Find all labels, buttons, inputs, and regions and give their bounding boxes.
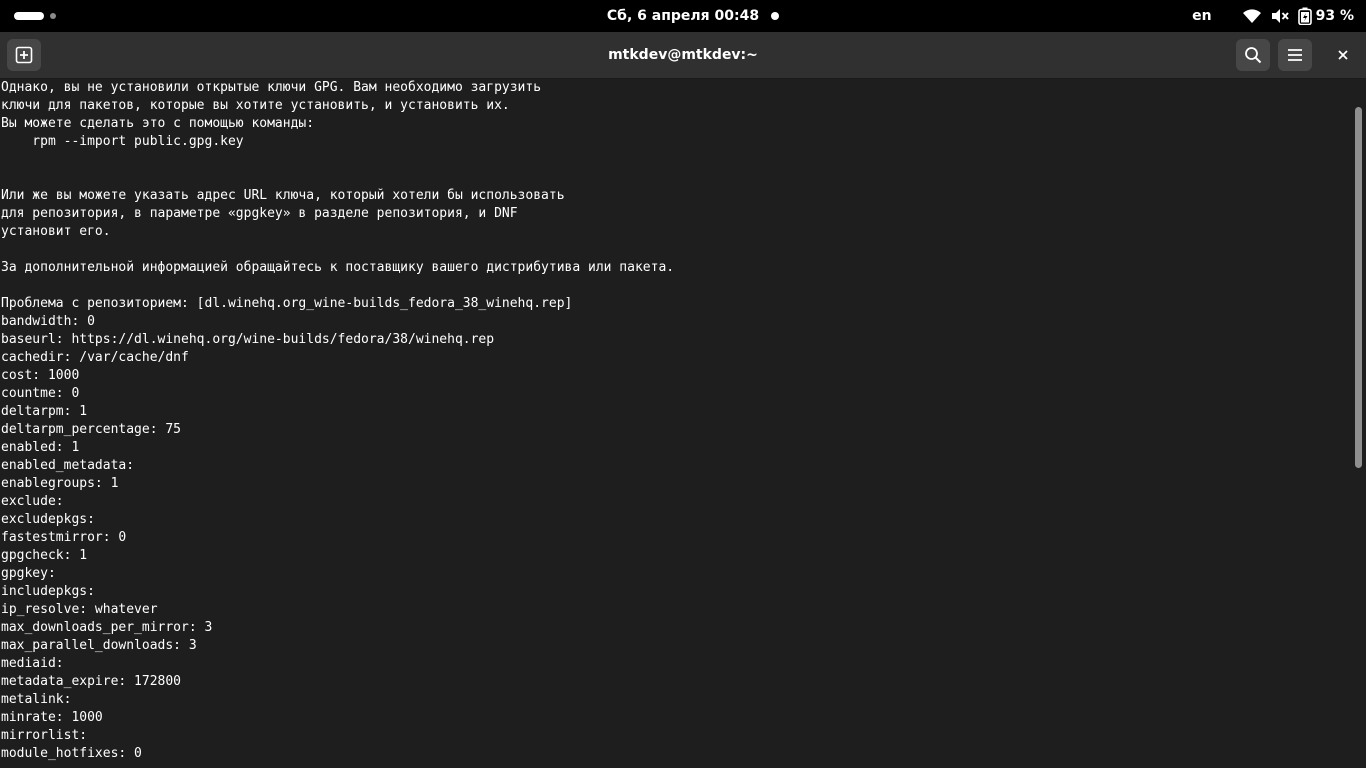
terminal-line: gpgkey:: [1, 566, 56, 581]
terminal-line: deltarpm_percentage: 75: [1, 422, 182, 437]
terminal-line: max_downloads_per_mirror: 3: [1, 620, 213, 635]
terminal-line: rpm --import public.gpg.key: [1, 134, 244, 149]
new-tab-button[interactable]: [7, 39, 41, 71]
battery-charging-icon[interactable]: [1297, 7, 1312, 25]
terminal-line: mirrorlist:: [1, 728, 88, 743]
terminal-scrollbar[interactable]: [1350, 79, 1366, 768]
terminal-line: установит его.: [1, 224, 111, 239]
terminal-line: cachedir: /var/cache/dnf: [1, 350, 189, 365]
terminal-line: metalink:: [1, 692, 72, 707]
terminal-line: ключи для пакетов, которые вы хотите уст…: [1, 98, 510, 113]
terminal-line: bandwidth: 0: [1, 314, 95, 329]
clock[interactable]: Сб, 6 апреля 00:48: [607, 8, 759, 24]
main-menu-button[interactable]: [1278, 39, 1312, 71]
terminal-line: fastestmirror: 0: [1, 530, 127, 545]
terminal-line: enablegroups: 1: [1, 476, 119, 491]
terminal-line: exclude:: [1, 494, 64, 509]
workspace-indicator[interactable]: [50, 13, 56, 19]
terminal-line: gpgcheck: 1: [1, 548, 88, 563]
terminal-line: countme: 0: [1, 386, 80, 401]
terminal-line: metadata_expire: 172800: [1, 674, 182, 689]
clock-area: Сб, 6 апреля 00:48: [0, 0, 1366, 32]
close-icon: [1338, 50, 1348, 60]
terminal-line: baseurl: https://dl.winehq.org/wine-buil…: [1, 332, 495, 347]
terminal-line: ip_resolve: whatever: [1, 602, 158, 617]
wifi-icon[interactable]: [1242, 8, 1262, 24]
terminal-header-bar: mtkdev@mtkdev:~: [0, 32, 1366, 79]
search-icon: [1245, 47, 1262, 64]
keyboard-layout-indicator[interactable]: en: [1192, 8, 1211, 24]
window-title-area: mtkdev@mtkdev:~: [0, 32, 1366, 78]
terminal-line: Однако, вы не установили открытые ключи …: [1, 80, 542, 95]
terminal-line: mediaid:: [1, 656, 64, 671]
terminal-line: enabled_metadata:: [1, 458, 135, 473]
activities-indicator[interactable]: [14, 12, 56, 20]
terminal-output[interactable]: Однако, вы не установили открытые ключи …: [0, 79, 1350, 768]
terminal-line: Проблема с репозиторием: [dl.winehq.org_…: [1, 296, 573, 311]
terminal-line: deltarpm: 1: [1, 404, 88, 419]
scrollbar-thumb[interactable]: [1355, 107, 1362, 468]
terminal-line: За дополнительной информацией обращайтес…: [1, 260, 675, 275]
terminal-line: Или же вы можете указать адрес URL ключа…: [1, 188, 565, 203]
hamburger-menu-icon: [1288, 49, 1302, 61]
terminal-line: cost: 1000: [1, 368, 80, 383]
terminal-line: excludepkgs:: [1, 512, 95, 527]
terminal-line: module_hotfixes: 0: [1, 746, 142, 761]
terminal-line: для репозитория, в параметре «gpgkey» в …: [1, 206, 518, 221]
battery-percentage[interactable]: 93 %: [1316, 8, 1354, 24]
top-bar: Сб, 6 апреля 00:48 en 93 %: [0, 0, 1366, 32]
terminal-line: enabled: 1: [1, 440, 80, 455]
search-button[interactable]: [1236, 39, 1270, 71]
terminal-line: minrate: 1000: [1, 710, 103, 725]
terminal-line: includepkgs:: [1, 584, 95, 599]
window-title: mtkdev@mtkdev:~: [608, 47, 758, 63]
notification-dot-icon: [771, 12, 779, 20]
system-tray[interactable]: en 93 %: [1192, 0, 1354, 32]
new-tab-icon: [15, 46, 33, 64]
terminal-line: Вы можете сделать это с помощью команды:: [1, 116, 315, 131]
close-window-button[interactable]: [1326, 39, 1360, 71]
volume-muted-icon[interactable]: [1270, 8, 1290, 24]
terminal-line: max_parallel_downloads: 3: [1, 638, 197, 653]
workspace-active-indicator[interactable]: [14, 12, 44, 20]
